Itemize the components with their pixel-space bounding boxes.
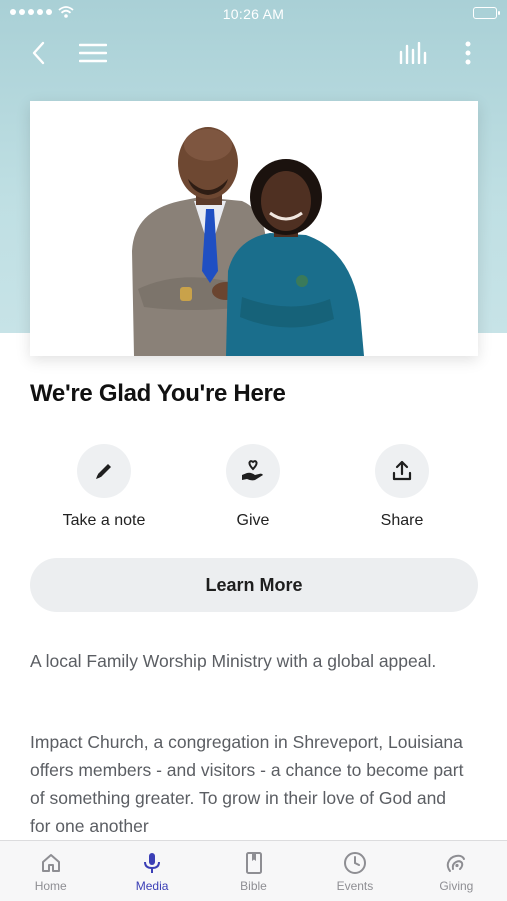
share-label: Share [380, 512, 424, 529]
status-bar: 10:26 AM [0, 0, 507, 28]
tab-giving[interactable]: Giving [406, 841, 507, 901]
learn-more-button[interactable]: Learn More [30, 558, 478, 612]
tab-home[interactable]: Home [0, 841, 101, 901]
status-time: 10:26 AM [222, 6, 285, 22]
tab-giving-label: Giving [439, 879, 474, 893]
take-note-icon-circle[interactable] [77, 444, 131, 498]
chevron-left-icon [32, 41, 45, 65]
give-button[interactable]: Give [178, 444, 328, 530]
description-intro: A local Family Worship Ministry with a g… [30, 651, 437, 671]
tab-home-label: Home [34, 879, 67, 893]
tab-bible[interactable]: Bible [203, 841, 304, 901]
audio-bars-button[interactable] [396, 30, 432, 76]
bible-icon [245, 852, 262, 874]
microphone-icon [144, 853, 161, 873]
tab-media-label: Media [135, 879, 169, 893]
share-icon [392, 460, 412, 481]
more-vertical-icon [465, 41, 471, 65]
clock-icon [343, 852, 366, 874]
tab-bible-label: Bible [240, 879, 267, 893]
tab-events[interactable]: Events [304, 841, 405, 901]
tab-events-label: Events [336, 879, 374, 893]
pencil-icon [96, 464, 111, 479]
take-note-label: Take a note [62, 512, 146, 529]
battery-icon [473, 7, 500, 19]
couple-photo [132, 127, 364, 356]
share-button[interactable]: Share [327, 444, 477, 530]
hero-image-card [30, 101, 478, 356]
take-note-button[interactable]: Take a note [29, 444, 179, 530]
giving-icon [447, 854, 466, 872]
back-button[interactable] [24, 30, 54, 76]
top-nav-bar [0, 30, 507, 76]
share-icon-circle[interactable] [375, 444, 429, 498]
home-icon [41, 854, 60, 872]
menu-button[interactable] [76, 30, 110, 76]
give-label: Give [236, 512, 270, 529]
audio-bars-icon [399, 42, 427, 64]
description-body: Impact Church, a congregation in Shrevep… [30, 732, 464, 836]
give-icon-circle[interactable] [226, 444, 280, 498]
hamburger-icon [79, 43, 107, 63]
heart-hand-icon [242, 460, 263, 481]
more-options-button[interactable] [456, 30, 480, 76]
bottom-tab-bar: Home Media Bible Events Giving [0, 840, 507, 901]
tab-media[interactable]: Media [101, 841, 202, 901]
page-title: We're Glad You're Here [30, 380, 286, 407]
